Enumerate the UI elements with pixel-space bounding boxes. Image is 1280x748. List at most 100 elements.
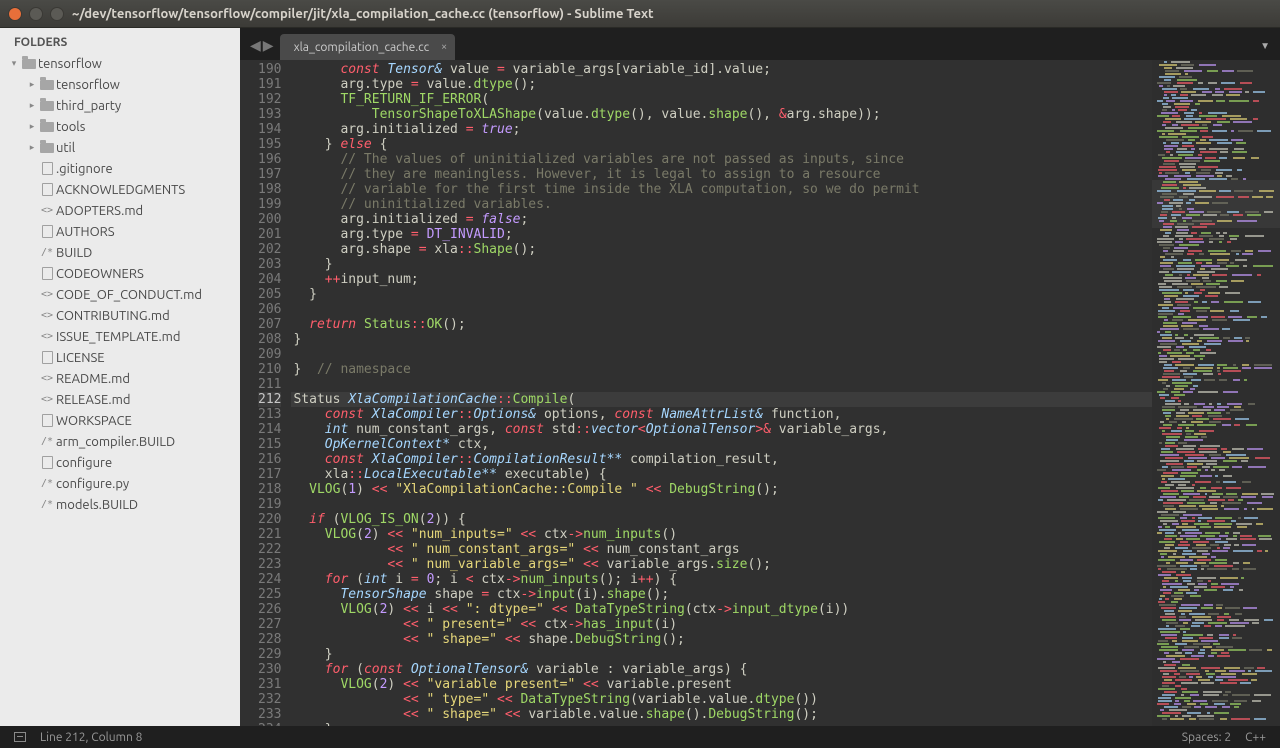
code-line[interactable]: // variable for the first time inside th…	[291, 182, 1152, 197]
line-number: 213	[258, 407, 281, 422]
code-line[interactable]: ++input_num;	[291, 272, 1152, 287]
tree-file[interactable]: WORKSPACE	[0, 410, 240, 431]
line-number: 226	[258, 602, 281, 617]
code-line[interactable]: VLOG(2) << "num_inputs=" << ctx->num_inp…	[291, 527, 1152, 542]
window-maximize-button[interactable]	[50, 7, 64, 21]
line-number: 210	[258, 362, 281, 377]
code-line[interactable]: }	[291, 257, 1152, 272]
tab-label: xla_compilation_cache.cc	[294, 41, 430, 54]
disclosure-icon[interactable]: ▸	[26, 100, 38, 111]
line-number: 198	[258, 182, 281, 197]
tree-file[interactable]: /*BUILD	[0, 242, 240, 263]
tree-file[interactable]: <>CODE_OF_CONDUCT.md	[0, 284, 240, 305]
disclosure-icon[interactable]: ▸	[26, 121, 38, 132]
tree-file[interactable]: /*arm_compiler.BUILD	[0, 431, 240, 452]
code-line[interactable]: } else {	[291, 137, 1152, 152]
code-line[interactable]: << " type=" << DataTypeString(variable.v…	[291, 692, 1152, 707]
tab-overflow-icon[interactable]: ▼	[1260, 40, 1270, 52]
tree-file[interactable]: CODEOWNERS	[0, 263, 240, 284]
code-line[interactable]: // they are meaningless. However, it is …	[291, 167, 1152, 182]
code-line[interactable]: // The values of uninitialized variables…	[291, 152, 1152, 167]
line-number: 214	[258, 422, 281, 437]
code-line[interactable]: VLOG(2) << "variable present=" << variab…	[291, 677, 1152, 692]
code-line[interactable]: }	[291, 647, 1152, 662]
tree-folder[interactable]: ▸third_party	[0, 95, 240, 116]
code-line[interactable]: return Status::OK();	[291, 317, 1152, 332]
tree-file[interactable]: ACKNOWLEDGMENTS	[0, 179, 240, 200]
tab-active[interactable]: xla_compilation_cache.cc ×	[280, 34, 456, 60]
folder-icon	[38, 101, 56, 111]
code-line[interactable]: // uninitialized variables.	[291, 197, 1152, 212]
code-line[interactable]	[291, 302, 1152, 317]
code-line[interactable]: << " num_constant_args=" << num_constant…	[291, 542, 1152, 557]
line-number: 218	[258, 482, 281, 497]
code-line[interactable]: << " present=" << ctx->has_input(i)	[291, 617, 1152, 632]
line-number: 233	[258, 707, 281, 722]
code-line[interactable]: OpKernelContext* ctx,	[291, 437, 1152, 452]
tree-folder[interactable]: ▸tensorflow	[0, 74, 240, 95]
code-line[interactable]: }	[291, 287, 1152, 302]
code-line[interactable]: xla::LocalExecutable** executable) {	[291, 467, 1152, 482]
code-line[interactable]: arg.initialized = false;	[291, 212, 1152, 227]
window-close-button[interactable]	[8, 7, 22, 21]
tree-file[interactable]: <>ADOPTERS.md	[0, 200, 240, 221]
disclosure-icon[interactable]: ▸	[26, 142, 38, 153]
tree-file[interactable]: <>README.md	[0, 368, 240, 389]
nav-back-icon[interactable]: ◀	[250, 37, 261, 54]
code-line[interactable]: for (const OptionalTensor& variable : va…	[291, 662, 1152, 677]
disclosure-icon[interactable]: ▾	[8, 58, 20, 69]
tree-file[interactable]: <>CONTRIBUTING.md	[0, 305, 240, 326]
code-line[interactable]: arg.type = value.dtype();	[291, 77, 1152, 92]
code-line[interactable]: }	[291, 332, 1152, 347]
code-line[interactable]: arg.type = DT_INVALID;	[291, 227, 1152, 242]
code-line[interactable]	[291, 377, 1152, 392]
tab-history-nav: ◀ ▶	[244, 37, 280, 60]
code-line[interactable]: Status XlaCompilationCache::Compile(	[291, 392, 1152, 407]
code-line[interactable]: for (int i = 0; i < ctx->num_inputs(); i…	[291, 572, 1152, 587]
tree-file[interactable]: <>ISSUE_TEMPLATE.md	[0, 326, 240, 347]
window-minimize-button[interactable]	[29, 7, 43, 21]
tree-folder[interactable]: ▾tensorflow	[0, 53, 240, 74]
status-syntax[interactable]: C++	[1245, 731, 1266, 744]
code-line[interactable]: int num_constant_args, const std::vector…	[291, 422, 1152, 437]
code-line[interactable]: const Tensor& value = variable_args[vari…	[291, 62, 1152, 77]
code-line[interactable]: const XlaCompiler::CompilationResult** c…	[291, 452, 1152, 467]
line-number: 202	[258, 242, 281, 257]
minimap[interactable]	[1152, 60, 1280, 726]
code-line[interactable]: << " shape=" << variable.value.shape().D…	[291, 707, 1152, 722]
code-line[interactable]: VLOG(2) << i << ": dtype=" << DataTypeSt…	[291, 602, 1152, 617]
tree-file[interactable]: /*configure.py	[0, 473, 240, 494]
nav-forward-icon[interactable]: ▶	[263, 37, 274, 54]
tree-file[interactable]: <>RELEASE.md	[0, 389, 240, 410]
tree-file[interactable]: .gitignore	[0, 158, 240, 179]
line-number: 215	[258, 437, 281, 452]
status-indentation[interactable]: Spaces: 2	[1182, 731, 1231, 744]
file-icon	[38, 351, 56, 364]
code-line[interactable]: TensorShapeToXLAShape(value.dtype(), val…	[291, 107, 1152, 122]
code-line[interactable]: TensorShape shape = ctx->input(i).shape(…	[291, 587, 1152, 602]
code-line[interactable]: TF_RETURN_IF_ERROR(	[291, 92, 1152, 107]
code-file-icon: <>	[38, 310, 56, 321]
tree-file[interactable]: AUTHORS	[0, 221, 240, 242]
code-line[interactable]: << " num_variable_args=" << variable_arg…	[291, 557, 1152, 572]
panel-switcher-icon[interactable]	[14, 732, 26, 742]
folder-tree: ▾tensorflow▸tensorflow▸third_party▸tools…	[0, 53, 240, 515]
code-line[interactable]: } // namespace	[291, 362, 1152, 377]
code-line[interactable]: arg.initialized = true;	[291, 122, 1152, 137]
tab-close-icon[interactable]: ×	[441, 41, 447, 53]
disclosure-icon[interactable]: ▸	[26, 79, 38, 90]
tree-folder[interactable]: ▸util	[0, 137, 240, 158]
tree-file[interactable]: /*models.BUILD	[0, 494, 240, 515]
code-line[interactable]: << " shape=" << shape.DebugString();	[291, 632, 1152, 647]
tree-folder[interactable]: ▸tools	[0, 116, 240, 137]
code-line[interactable]: arg.shape = xla::Shape();	[291, 242, 1152, 257]
tree-file[interactable]: LICENSE	[0, 347, 240, 368]
code-line[interactable]: if (VLOG_IS_ON(2)) {	[291, 512, 1152, 527]
code-line[interactable]	[291, 497, 1152, 512]
code-area[interactable]: const Tensor& value = variable_args[vari…	[291, 60, 1152, 726]
code-line[interactable]	[291, 347, 1152, 362]
line-gutter: 1901911921931941951961971981992002012022…	[240, 60, 291, 726]
tree-file[interactable]: configure	[0, 452, 240, 473]
code-line[interactable]: const XlaCompiler::Options& options, con…	[291, 407, 1152, 422]
code-line[interactable]: VLOG(1) << "XlaCompilationCache::Compile…	[291, 482, 1152, 497]
